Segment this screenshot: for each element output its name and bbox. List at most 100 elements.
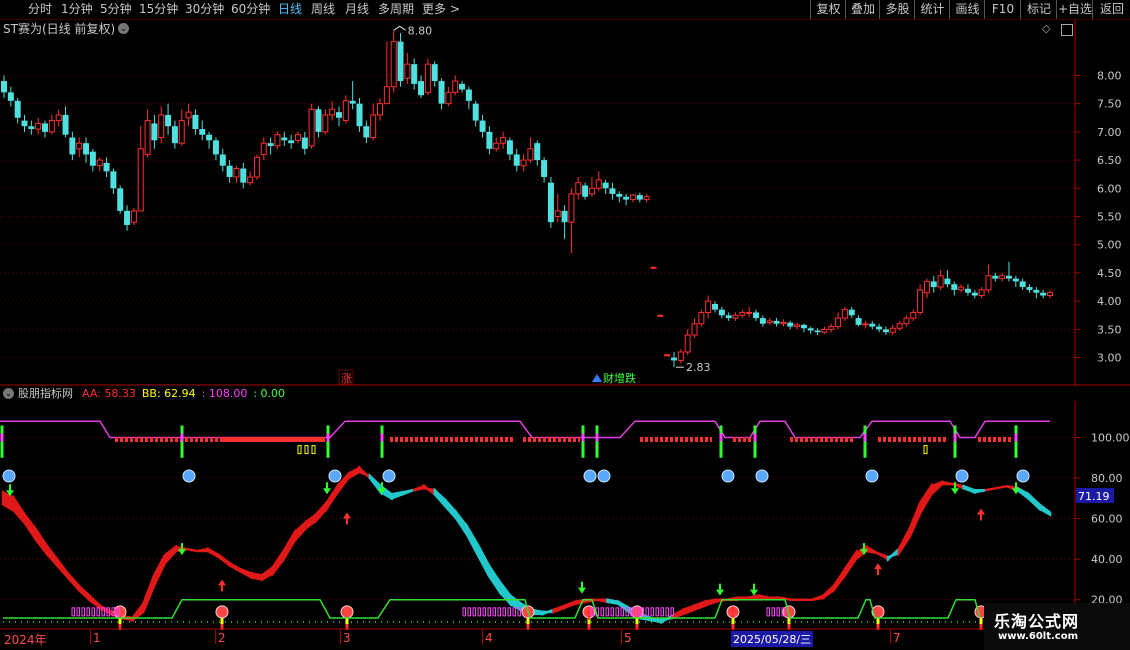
- period-tab-1[interactable]: 1分钟: [61, 2, 93, 17]
- period-tab-5[interactable]: 60分钟: [231, 2, 270, 17]
- toolbar-button-5[interactable]: F10: [984, 0, 1021, 19]
- indicator-label-2: : 108.00: [201, 387, 248, 400]
- candle-body: [199, 129, 206, 135]
- toolbar-button-8[interactable]: 返回: [1092, 0, 1130, 19]
- chevron-right-icon[interactable]: >: [450, 2, 460, 17]
- ribbon-segment: [487, 561, 501, 596]
- toolbar-button-2[interactable]: 多股: [879, 0, 915, 19]
- blue-ball-icon: [597, 469, 611, 483]
- indicator-label-0: AA: 58.33: [82, 387, 136, 400]
- ribbon-segment: [152, 554, 167, 587]
- ribbon-segment: [23, 510, 37, 544]
- period-tab-3[interactable]: 15分钟: [139, 2, 178, 17]
- volume-tick: [766, 607, 770, 617]
- indicator-chart[interactable]: 100.0080.0060.0040.0020.0071.19: [0, 401, 1130, 630]
- ribbon-segment: [897, 528, 911, 558]
- period-tab-10[interactable]: 更多: [422, 2, 446, 17]
- candle-body: [876, 326, 883, 330]
- ribbon-segment: [412, 484, 426, 492]
- candle-body: [397, 41, 404, 82]
- ribbon-segment: [812, 593, 825, 601]
- candle-body: [212, 140, 219, 155]
- high-price-label: 8.80: [408, 24, 433, 37]
- candle-body: [547, 182, 554, 223]
- candle-body: [62, 114, 69, 135]
- ribbon-segment: [12, 494, 26, 526]
- candle-body: [335, 112, 342, 118]
- candle-body: [165, 114, 172, 127]
- y-tick-label: 3.50: [1097, 323, 1122, 336]
- candle-body: [418, 81, 425, 96]
- candle-body: [479, 120, 486, 132]
- candle-body: [294, 134, 301, 141]
- ribbon-segment: [541, 608, 555, 616]
- candle-body: [951, 284, 958, 290]
- arrow-down-icon: [716, 589, 724, 596]
- y-tick-label: 40.00: [1091, 553, 1123, 566]
- toolbar-button-0[interactable]: 复权: [810, 0, 846, 19]
- candle-body: [233, 168, 240, 178]
- chevron-down-icon[interactable]: ⌄: [3, 388, 14, 399]
- date-tick: [215, 630, 216, 644]
- y-tick-label: 100.00: [1091, 432, 1130, 445]
- candle-body: [582, 185, 589, 197]
- date-label-0: 2024年: [4, 633, 47, 647]
- volume-tick: [620, 607, 624, 617]
- ribbon-segment: [77, 582, 91, 603]
- period-tab-6[interactable]: 日线: [278, 2, 302, 17]
- yellow-box: [923, 445, 928, 455]
- current-value-label: 71.19: [1078, 490, 1110, 503]
- candle-body: [247, 176, 254, 184]
- candle-body: [896, 323, 903, 329]
- candle-body: [28, 126, 35, 130]
- period-tab-0[interactable]: 分时: [28, 2, 52, 17]
- period-tab-8[interactable]: 月线: [345, 2, 369, 17]
- ribbon-segment: [390, 490, 404, 501]
- candle-body: [725, 315, 732, 319]
- candle-body: [110, 171, 117, 189]
- toolbar-button-1[interactable]: 叠加: [845, 0, 880, 19]
- candle-body: [753, 312, 760, 319]
- candle-body: [274, 134, 281, 147]
- candle-body: [356, 103, 363, 127]
- volume-tick: [467, 607, 471, 617]
- toolbar-button-7[interactable]: +自选: [1056, 0, 1093, 19]
- ribbon-segment: [206, 546, 221, 560]
- period-tab-4[interactable]: 30分钟: [185, 2, 224, 17]
- toolbar-button-4[interactable]: 画线: [949, 0, 985, 19]
- date-label-1: 1: [93, 631, 101, 645]
- ribbon-segment: [1027, 491, 1041, 512]
- volume-tick: [512, 607, 516, 617]
- candle-body: [629, 194, 636, 201]
- ribbon-segment: [433, 487, 447, 510]
- date-label-6: 7: [893, 631, 901, 645]
- candlestick-chart[interactable]: 8.00 7.50 7.00 6.50 6.00 5.50 5.00 4.50 4.00 3.50…: [0, 19, 1130, 386]
- period-tab-9[interactable]: 多周期: [378, 2, 414, 17]
- period-tab-7[interactable]: 周线: [311, 2, 335, 17]
- ribbon-segment: [1037, 501, 1052, 517]
- candle-body: [964, 288, 971, 293]
- candle-body: [370, 114, 377, 139]
- y-tick-label: 4.50: [1097, 267, 1122, 280]
- candle-body: [69, 137, 76, 155]
- ribbon-segment: [596, 598, 609, 604]
- candle-body: [500, 137, 507, 144]
- period-tab-2[interactable]: 5分钟: [100, 2, 132, 17]
- date-tick: [621, 630, 622, 644]
- candle-body: [664, 354, 671, 357]
- candle-body: [554, 210, 561, 218]
- y-tick-label: 6.00: [1097, 182, 1122, 195]
- ribbon-segment: [908, 501, 922, 538]
- candle-body: [267, 143, 274, 146]
- candle-body: [732, 314, 739, 319]
- candle-body: [240, 168, 247, 183]
- candle-body: [7, 92, 14, 101]
- ribbon-segment: [886, 546, 901, 563]
- candle-body: [438, 81, 445, 104]
- candle-body: [260, 142, 267, 155]
- candle-body: [869, 323, 876, 327]
- toolbar-button-6[interactable]: 标记: [1020, 0, 1057, 19]
- candle-body: [616, 193, 623, 197]
- toolbar-button-3[interactable]: 统计: [914, 0, 950, 19]
- blue-ball-icon: [382, 469, 396, 483]
